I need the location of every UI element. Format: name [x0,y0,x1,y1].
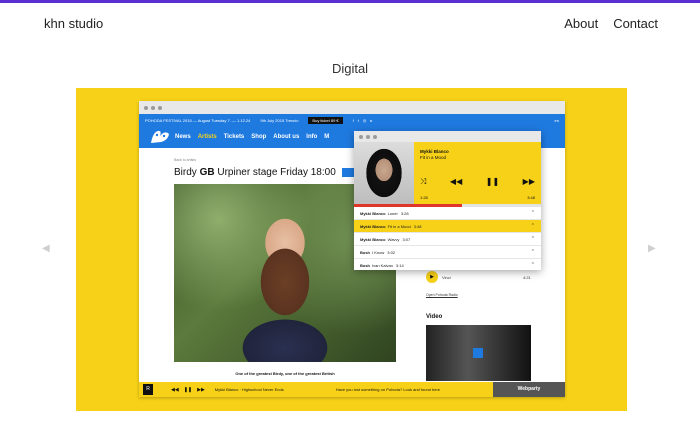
mock-nav-artists: Artists [197,134,217,140]
popup-artist: Mykki Blanco [420,149,449,154]
popup-song: Fit in a Mood [420,155,447,160]
carousel-prev-icon[interactable]: ◀ [42,243,50,254]
album-art [354,142,414,204]
mock-nav-info: Info [306,134,318,140]
playlist-duration: 3:07 [402,236,411,242]
mock-side-track: Vinci [442,275,451,280]
mock-ticket-button: Buy ticket 89 € [308,116,343,124]
window-dot [158,105,162,110]
section-title: Digital [331,61,369,76]
chevron-up-icon: ⌃ [530,210,535,216]
playlist-title: Wavvy [387,236,400,242]
shuffle-icon: ⤨ [420,177,427,186]
mock-headline-stage: Urpiner stage Friday 18:00 [217,167,336,178]
playlist-title: Loner [387,210,398,216]
chevron-up-icon: ⌃ [530,249,535,255]
mock-back-link: Back to artists [174,158,196,162]
playlist-duration: 3:48 [413,223,422,229]
playlist-artist: Mykki Blanco [360,210,386,216]
popup-chrome [354,131,541,142]
top-accent-line [0,0,700,3]
window-dot [359,134,363,139]
mock-player-bar: R ◀◀ ❚❚ ▶▶ Mykki Blanco · Highschool Nev… [139,382,565,397]
playlist-row: Bosh I Know 3:02 ⌃ [354,246,541,259]
play-icon: ▶ [426,271,438,283]
window-dot [144,105,148,110]
playlist-title: I Know [372,249,385,255]
playlist-title: Ivan Kalvan [372,262,393,268]
chevron-up-icon: ⌃ [530,262,535,268]
site-brand[interactable]: khn studio [44,16,103,31]
mock-nav-tickets: Tickets [223,134,245,140]
mock-topbar-info: POHODA FESTIVAL 2015 — August Tuesday 7.… [145,117,251,123]
playlist-artist: Bosh [360,262,370,268]
playlist-row: Mykki Blanco Loner 3:28 ⌃ [354,207,541,220]
popup-playlist: Mykki Blanco Loner 3:28 ⌃ Mykki Blanco Fit in… [354,207,541,270]
mock-topbar: POHODA FESTIVAL 2015 — August Tuesday 7.… [139,114,565,126]
window-dot [366,134,370,139]
mock-headline-country: GB [199,167,215,178]
player-popup: Mykki Blanco Fit in a Mood ⤨ ◀◀ ❚❚ ▶▶ 1:… [354,131,541,270]
window-dot [151,105,155,110]
site-nav: About Contact [564,16,658,31]
popup-controls: ⤨ ◀◀ ❚❚ ▶▶ [420,177,535,187]
facebook-icon: f [352,117,354,123]
playlist-duration: 3:14 [395,262,404,268]
rewind-icon: ◀◀ [171,386,179,393]
browser-chrome [139,101,565,114]
popup-time-total: 3:48 [527,195,535,200]
mock-webparty-button: Webparty [493,382,565,397]
youtube-icon: ▸ [370,117,373,123]
playlist-artist: Mykki Blanco [360,236,386,242]
mock-nav-shop: Shop [251,134,267,140]
carousel-next-icon[interactable]: ▶ [648,243,656,254]
window-dot [373,134,377,139]
mock-player-controls: ◀◀ ❚❚ ▶▶ [171,387,205,393]
mock-radio-link: Open Pohoda Radio [426,293,458,297]
playlist-duration: 3:28 [400,210,409,216]
popup-time-elapsed: 1:28 [420,195,428,200]
playlist-duration: 3:02 [387,249,396,255]
mock-video-thumbnail [426,325,531,381]
mock-topbar-date: 9th July 2015 Trencin [260,117,299,123]
mock-lang: en [554,117,559,123]
instagram-icon: ◎ [362,117,367,123]
forward-icon: ▶▶ [197,386,205,393]
playlist-artist: Bosh [360,249,370,255]
mock-nav-news: News [175,134,191,140]
mock-headline: Birdy GB Urpiner stage Friday 18:00 [174,167,354,178]
mock-player-message: Have you lost something on Pohoda? Look … [335,387,441,392]
mock-player-track: Mykki Blanco · Highschool Never Ends [214,387,284,392]
mock-social-icons: f t ◎ ▸ [353,118,373,123]
pause-icon: ❚❚ [485,177,500,186]
mock-video-heading: Video [426,314,443,320]
playlist-row: Mykki Blanco Wavvy 3:07 ⌃ [354,233,541,246]
playlist-title: Fit in a Mood [387,223,411,229]
mock-headline-artist: Birdy [174,167,197,178]
mock-caption: One of the greatest Birdy, one of the gr… [235,371,335,376]
pause-icon: ❚❚ [183,386,193,393]
chevron-up-icon: ⌃ [530,223,535,229]
playlist-row: Mykki Blanco Fit in a Mood 3:48 ⌃ [354,220,541,233]
rewind-icon: ◀◀ [449,177,463,186]
video-play-icon [473,348,483,358]
nav-contact[interactable]: Contact [613,16,658,31]
chevron-up-icon: ⌃ [530,236,535,242]
mock-player-badge: R [143,384,153,395]
mock-nav-more: M [324,134,330,140]
nav-about[interactable]: About [564,16,598,31]
popup-now-playing: Mykki Blanco Fit in a Mood ⤨ ◀◀ ❚❚ ▶▶ 1:… [354,142,541,204]
forward-icon: ▶▶ [522,177,535,186]
pohoda-logo-icon [151,130,169,143]
mock-nav-about: About us [273,134,300,140]
playlist-artist: Mykki Blanco [360,223,386,229]
playlist-row: Bosh Ivan Kalvan 3:14 ⌃ [354,259,541,270]
mock-headline-button [341,167,354,177]
mock-side-time: 4:21 [523,275,531,280]
twitter-icon: t [357,117,359,123]
